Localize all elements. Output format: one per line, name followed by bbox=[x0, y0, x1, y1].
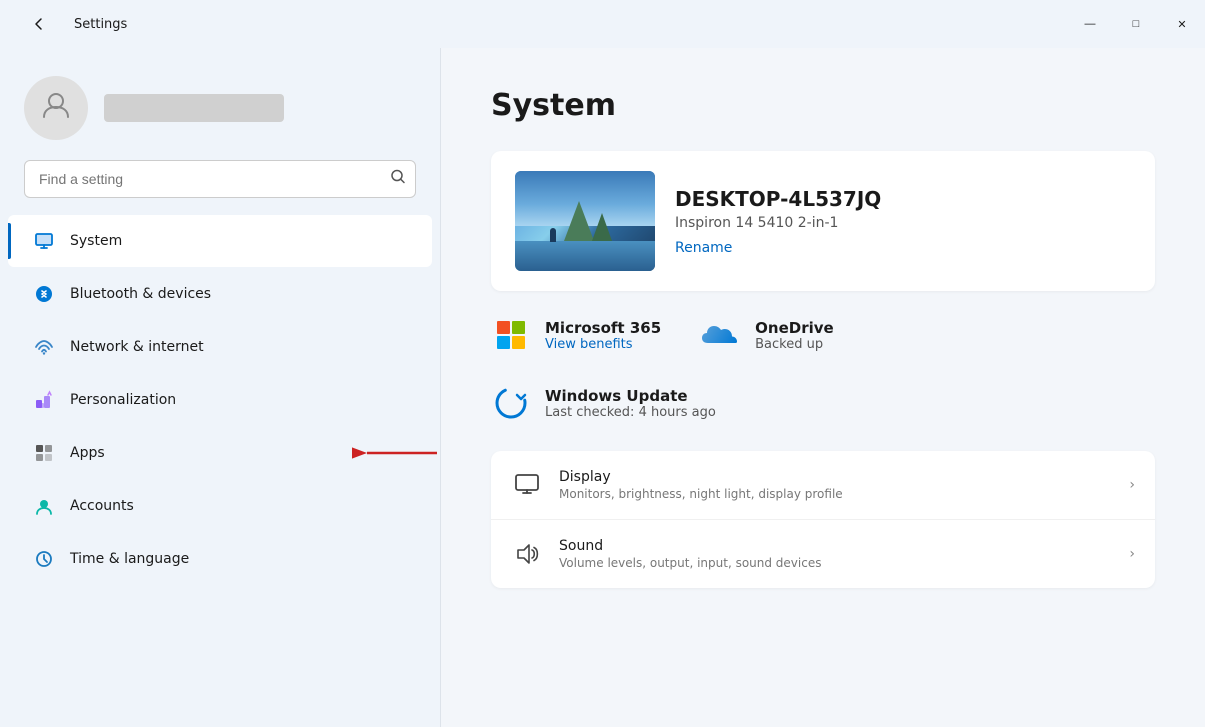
windows-update-status: Last checked: 4 hours ago bbox=[545, 405, 716, 420]
sound-desc: Volume levels, output, input, sound devi… bbox=[559, 556, 1113, 570]
app-title: Settings bbox=[74, 17, 127, 32]
system-icon bbox=[32, 229, 56, 253]
user-section bbox=[0, 64, 440, 160]
back-button[interactable] bbox=[16, 8, 62, 40]
close-button[interactable]: ✕ bbox=[1159, 8, 1205, 40]
windows-update-name: Windows Update bbox=[545, 387, 716, 405]
search-input[interactable] bbox=[24, 160, 416, 198]
onedrive-info: OneDrive Backed up bbox=[755, 319, 834, 352]
sidebar-item-bluetooth[interactable]: Bluetooth & devices bbox=[8, 268, 432, 320]
sidebar-item-label-timelanguage: Time & language bbox=[70, 551, 189, 567]
display-desc: Monitors, brightness, night light, displ… bbox=[559, 487, 1113, 501]
device-card: DESKTOP-4L537JQ Inspiron 14 5410 2-in-1 … bbox=[491, 151, 1155, 291]
windows-update-info: Windows Update Last checked: 4 hours ago bbox=[545, 387, 716, 420]
ms365-name: Microsoft 365 bbox=[545, 319, 661, 337]
device-model: Inspiron 14 5410 2-in-1 bbox=[675, 215, 1131, 231]
display-info: Display Monitors, brightness, night ligh… bbox=[559, 469, 1113, 501]
onedrive-status: Backed up bbox=[755, 337, 834, 352]
page-title: System bbox=[491, 88, 1155, 123]
sound-icon bbox=[511, 538, 543, 570]
sidebar-item-label-apps: Apps bbox=[70, 445, 105, 461]
network-icon bbox=[32, 335, 56, 359]
sidebar-item-apps[interactable]: Apps bbox=[8, 427, 432, 479]
display-icon bbox=[511, 469, 543, 501]
personalization-icon bbox=[32, 388, 56, 412]
sidebar-item-accounts[interactable]: Accounts bbox=[8, 480, 432, 532]
sidebar: System Bluetooth & devices bbox=[0, 48, 440, 727]
ms365-status[interactable]: View benefits bbox=[545, 337, 661, 352]
search-box bbox=[24, 160, 416, 198]
sidebar-item-label-bluetooth: Bluetooth & devices bbox=[70, 286, 211, 302]
sidebar-item-label-system: System bbox=[70, 233, 122, 249]
sidebar-item-label-accounts: Accounts bbox=[70, 498, 134, 514]
titlebar: Settings — □ ✕ bbox=[0, 0, 1205, 48]
service-onedrive: OneDrive Backed up bbox=[701, 315, 834, 355]
display-chevron: › bbox=[1129, 477, 1135, 493]
device-info: DESKTOP-4L537JQ Inspiron 14 5410 2-in-1 … bbox=[675, 187, 1131, 256]
user-name-placeholder bbox=[104, 94, 284, 122]
services-row: Microsoft 365 View benefits bbox=[491, 311, 1155, 359]
titlebar-left: Settings bbox=[16, 8, 127, 40]
main-content: System DESKTOP-4L537JQ Inspiron 14 5410 … bbox=[441, 48, 1205, 727]
sidebar-item-label-personalization: Personalization bbox=[70, 392, 176, 408]
bluetooth-icon bbox=[32, 282, 56, 306]
device-name: DESKTOP-4L537JQ bbox=[675, 187, 1131, 211]
accounts-icon bbox=[32, 494, 56, 518]
user-icon bbox=[40, 89, 72, 128]
maximize-button[interactable]: □ bbox=[1113, 8, 1159, 40]
sidebar-item-timelanguage[interactable]: Time & language bbox=[8, 533, 432, 585]
avatar bbox=[24, 76, 88, 140]
windows-update-row: Windows Update Last checked: 4 hours ago bbox=[491, 379, 1155, 427]
display-title: Display bbox=[559, 469, 1113, 485]
ms365-icon bbox=[491, 315, 531, 355]
app-body: System Bluetooth & devices bbox=[0, 48, 1205, 727]
red-arrow bbox=[352, 433, 440, 473]
device-image bbox=[515, 171, 655, 271]
nav-list: System Bluetooth & devices bbox=[0, 214, 440, 711]
minimize-button[interactable]: — bbox=[1067, 8, 1113, 40]
sound-title: Sound bbox=[559, 538, 1113, 554]
timelanguage-icon bbox=[32, 547, 56, 571]
sidebar-item-label-network: Network & internet bbox=[70, 339, 204, 355]
sidebar-item-system[interactable]: System bbox=[8, 215, 432, 267]
display-item[interactable]: Display Monitors, brightness, night ligh… bbox=[491, 451, 1155, 520]
settings-card: Display Monitors, brightness, night ligh… bbox=[491, 451, 1155, 588]
ms365-info: Microsoft 365 View benefits bbox=[545, 319, 661, 352]
sidebar-item-network[interactable]: Network & internet bbox=[8, 321, 432, 373]
sound-info: Sound Volume levels, output, input, soun… bbox=[559, 538, 1113, 570]
sound-chevron: › bbox=[1129, 546, 1135, 562]
search-button[interactable] bbox=[390, 169, 406, 190]
windows-update-icon bbox=[491, 383, 531, 423]
apps-icon bbox=[32, 441, 56, 465]
device-rename-link[interactable]: Rename bbox=[675, 240, 732, 256]
window-controls: — □ ✕ bbox=[1067, 8, 1205, 40]
sound-item[interactable]: Sound Volume levels, output, input, soun… bbox=[491, 520, 1155, 588]
onedrive-icon bbox=[701, 315, 741, 355]
sidebar-item-personalization[interactable]: Personalization bbox=[8, 374, 432, 426]
onedrive-name: OneDrive bbox=[755, 319, 834, 337]
service-ms365: Microsoft 365 View benefits bbox=[491, 315, 661, 355]
